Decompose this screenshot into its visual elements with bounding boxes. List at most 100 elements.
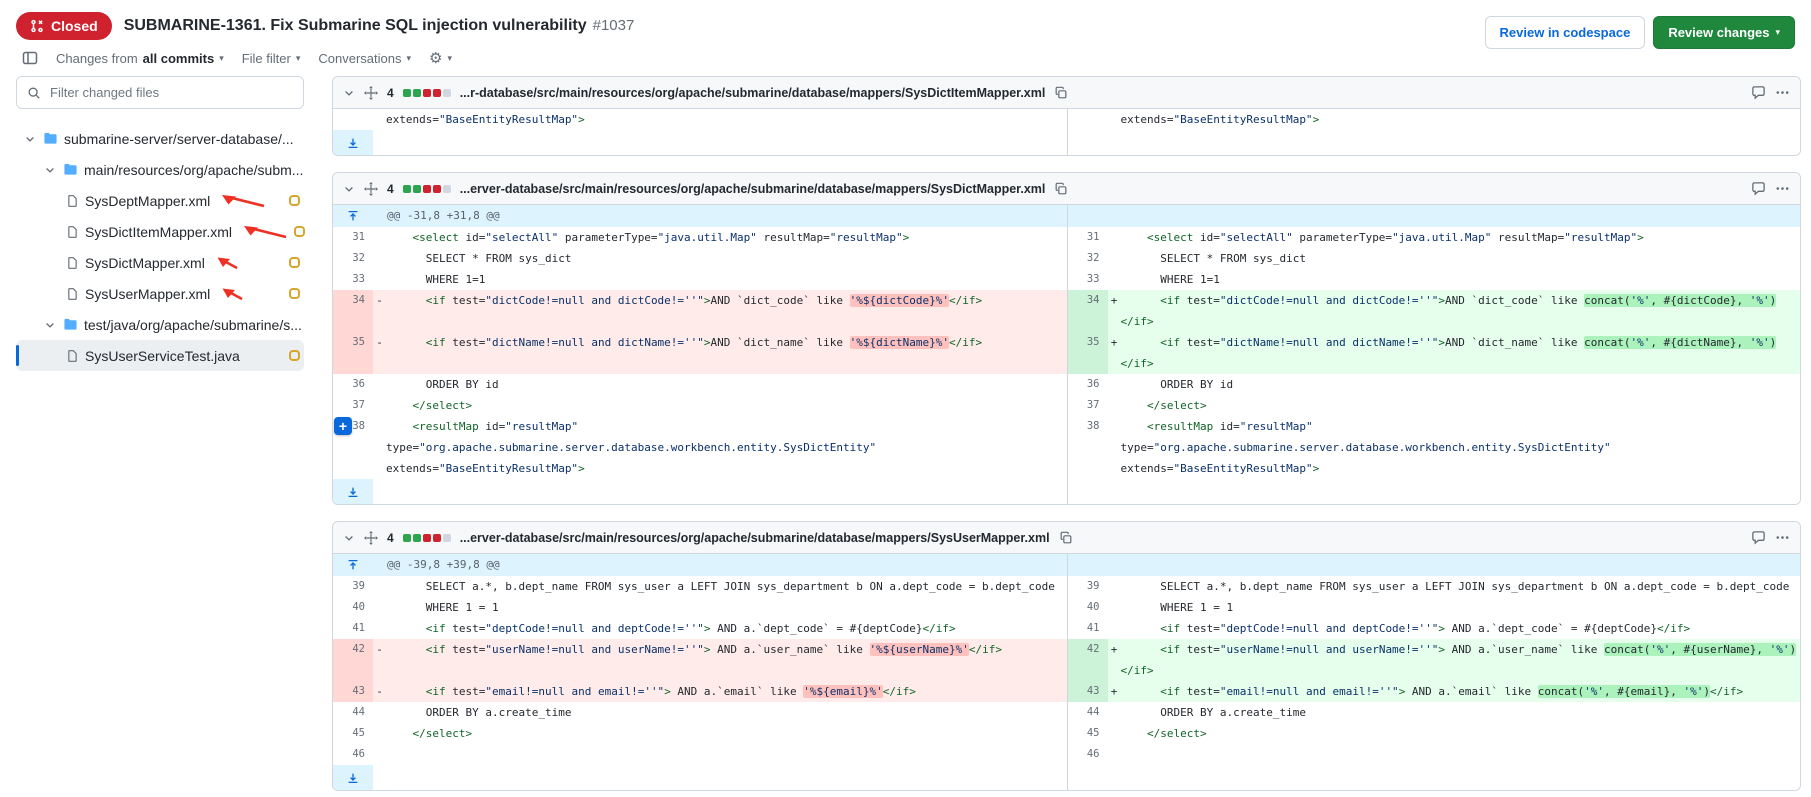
line-number[interactable]: 44 [1068, 702, 1108, 723]
file-icon [66, 287, 79, 301]
sidebar-toggle-icon[interactable] [22, 50, 38, 66]
diff-row: 45 </select>45 </select> [333, 723, 1800, 744]
tree-folder-test-java-org-apache-submarine-s[interactable]: test/java/org/apache/submarine/s... [16, 309, 304, 340]
conversations-dropdown[interactable]: Conversations ▾ [318, 51, 411, 66]
line-number[interactable]: 39 [1068, 576, 1108, 597]
line-number[interactable]: 45 [333, 723, 373, 744]
kebab-menu-icon[interactable] [1775, 530, 1790, 545]
chevron-down-icon[interactable] [44, 319, 57, 331]
line-number[interactable]: 37 [333, 395, 373, 416]
file-path[interactable]: ...erver-database/src/main/resources/org… [460, 182, 1046, 196]
line-number[interactable]: 44 [333, 702, 373, 723]
diff-sign [373, 109, 386, 130]
line-number[interactable]: 33 [333, 269, 373, 290]
diff-row: @@ -31,8 +31,8 @@ [333, 205, 1800, 227]
line-number[interactable]: 37 [1068, 395, 1108, 416]
line-number[interactable]: 34 [333, 290, 373, 332]
tree-file-sysdictmapper-xml[interactable]: SysDictMapper.xml [16, 247, 304, 278]
diff-sign [373, 269, 386, 290]
expand-row-right [1067, 765, 1801, 790]
tree-item-label: submarine-server/server-database/... [64, 131, 294, 147]
diff-row: 42- <if test="userName!=null and userNam… [333, 639, 1800, 681]
collapse-diff-chevron-icon[interactable] [343, 87, 355, 99]
expand-up-button[interactable] [333, 554, 373, 576]
file-path[interactable]: ...erver-database/src/main/resources/org… [460, 531, 1050, 545]
filter-changed-files-input[interactable] [48, 84, 293, 101]
review-in-codespace-button[interactable]: Review in codespace [1485, 16, 1646, 49]
expand-down-button[interactable] [333, 130, 373, 155]
tree-folder-main-resources-org-apache-subm[interactable]: main/resources/org/apache/subm... [16, 154, 304, 185]
drag-handle-icon[interactable] [364, 86, 378, 100]
line-number[interactable]: 41 [1068, 618, 1108, 639]
line-number[interactable]: 33 [1068, 269, 1108, 290]
line-number[interactable]: 32 [333, 248, 373, 269]
chevron-down-icon[interactable] [44, 164, 57, 176]
collapse-diff-chevron-icon[interactable] [343, 532, 355, 544]
line-number[interactable]: 35 [1068, 332, 1108, 374]
diffstat-block-add [413, 185, 421, 193]
line-number[interactable]: 40 [1068, 597, 1108, 618]
kebab-menu-icon[interactable] [1775, 181, 1790, 196]
diff-row: extends="BaseEntityResultMap">extends="B… [333, 109, 1800, 130]
line-number[interactable] [333, 109, 373, 130]
file-filter-label: File filter [242, 51, 291, 66]
comment-icon[interactable] [1751, 181, 1766, 196]
line-number[interactable]: 32 [1068, 248, 1108, 269]
changes-from-dropdown[interactable]: Changes from all commits ▾ [56, 51, 224, 66]
line-number[interactable]: 42 [1068, 639, 1108, 681]
comment-icon[interactable] [1751, 530, 1766, 545]
diff-sign [373, 702, 386, 723]
chevron-down-icon[interactable] [24, 133, 37, 145]
line-number[interactable]: 31 [333, 227, 373, 248]
line-number[interactable]: 34 [1068, 290, 1108, 332]
hunk-header-right [1067, 205, 1801, 227]
line-number[interactable]: 40 [333, 597, 373, 618]
review-changes-button[interactable]: Review changes ▾ [1653, 16, 1795, 49]
line-number[interactable]: 35 [333, 332, 373, 374]
diff-sign: - [373, 639, 386, 681]
collapse-diff-chevron-icon[interactable] [343, 183, 355, 195]
diff-row: @@ -39,8 +39,8 @@ [333, 554, 1800, 576]
line-number[interactable] [1068, 109, 1108, 130]
code-text: <if test="dictName!=null and dictName!='… [1121, 332, 1801, 374]
line-number[interactable]: 41 [333, 618, 373, 639]
line-number[interactable]: 46 [333, 744, 373, 765]
line-number[interactable]: 43 [1068, 681, 1108, 702]
diffstat-block-del [433, 185, 441, 193]
line-number[interactable]: 36 [1068, 374, 1108, 395]
line-number[interactable]: 43 [333, 681, 373, 702]
line-number[interactable]: 46 [1068, 744, 1108, 765]
copy-path-icon[interactable] [1059, 531, 1073, 545]
add-line-comment-button[interactable]: + [334, 417, 352, 435]
tree-file-sysuserservicetest-java[interactable]: SysUserServiceTest.java [16, 340, 304, 371]
expand-up-button[interactable] [333, 205, 373, 227]
line-number[interactable]: 42 [333, 639, 373, 681]
diff-settings-dropdown[interactable]: ⚙ ▾ [429, 51, 452, 66]
tree-file-sysdictitemmapper-xml[interactable]: SysDictItemMapper.xml [16, 216, 304, 247]
code-text: <resultMap id="resultMap" type="org.apac… [386, 416, 1067, 479]
file-filter-dropdown[interactable]: File filter ▾ [242, 51, 301, 66]
copy-path-icon[interactable] [1054, 86, 1068, 100]
line-number[interactable]: 38 [1068, 416, 1108, 479]
diffstat-block-neutral [443, 89, 451, 97]
line-number[interactable]: 31 [1068, 227, 1108, 248]
file-path[interactable]: ...r-database/src/main/resources/org/apa… [460, 86, 1046, 100]
drag-handle-icon[interactable] [364, 182, 378, 196]
copy-path-icon[interactable] [1054, 182, 1068, 196]
line-number[interactable]: 36 [333, 374, 373, 395]
tree-file-sysusermapper-xml[interactable]: SysUserMapper.xml [16, 278, 304, 309]
expand-down-button[interactable] [333, 765, 373, 790]
diff-sign [1108, 744, 1121, 765]
new-code-line: 36 ORDER BY id [1067, 374, 1801, 395]
comment-icon[interactable] [1751, 85, 1766, 100]
drag-handle-icon[interactable] [364, 531, 378, 545]
folder-icon [63, 317, 78, 332]
line-number[interactable]: 45 [1068, 723, 1108, 744]
kebab-menu-icon[interactable] [1775, 85, 1790, 100]
line-number[interactable]: 38+ [333, 416, 373, 479]
tree-folder-submarine-server-server-database[interactable]: submarine-server/server-database/... [16, 123, 304, 154]
tree-file-sysdeptmapper-xml[interactable]: SysDeptMapper.xml [16, 185, 304, 216]
diff-row: 46 46 [333, 744, 1800, 765]
expand-down-button[interactable] [333, 479, 373, 504]
line-number[interactable]: 39 [333, 576, 373, 597]
